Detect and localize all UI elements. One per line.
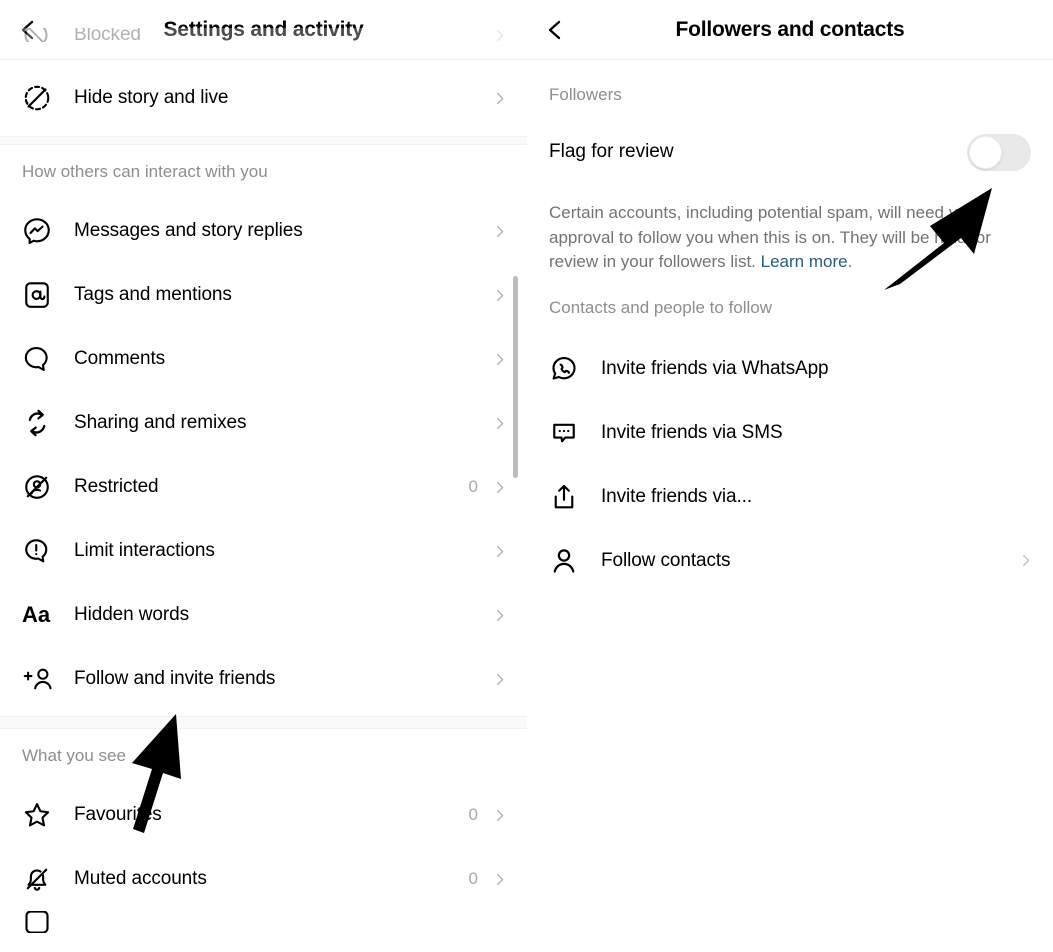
chevron-right-icon — [491, 91, 507, 106]
list-item-label: Tags and mentions — [74, 284, 232, 305]
comment-bubble-icon — [22, 344, 60, 374]
chevron-right-icon — [1017, 553, 1033, 568]
section-divider — [0, 716, 527, 729]
followers-and-contacts-panel: Followers and contacts Followers Flag fo… — [527, 0, 1053, 952]
star-icon — [22, 800, 60, 830]
section-header-contacts-and-people-to-follow: Contacts and people to follow — [549, 297, 773, 317]
learn-more-link[interactable]: Learn more — [761, 252, 848, 271]
list-item-label: Hidden words — [74, 604, 189, 625]
at-mention-icon — [22, 280, 60, 310]
list-item-follow-contacts[interactable]: Follow contacts — [527, 528, 1053, 593]
flag-for-review-row[interactable]: Flag for review — [527, 130, 1053, 174]
add-person-icon — [22, 665, 60, 693]
list-item-invite-friends-via-other[interactable]: Invite friends via... — [527, 464, 1053, 529]
list-item-count: 0 — [468, 869, 478, 888]
right-panel-title: Followers and contacts — [675, 17, 905, 41]
list-item-label: Restricted — [74, 476, 159, 497]
restricted-icon — [22, 472, 60, 502]
list-item-label: Favourites — [74, 804, 162, 825]
chevron-right-icon — [491, 672, 507, 687]
list-item-partial-bottom[interactable] — [0, 911, 527, 933]
description-suffix: . — [847, 252, 853, 272]
blocked-icon — [22, 28, 60, 42]
messenger-icon — [22, 216, 60, 246]
list-item-label: Sharing and remixes — [74, 412, 247, 433]
partial-icon — [22, 911, 60, 933]
list-item-label: Messages and story replies — [74, 220, 303, 241]
section-divider — [0, 136, 527, 145]
list-item-blocked-clipped[interactable]: Blocked — [0, 28, 527, 42]
section-header-how-others-can-interact: How others can interact with you — [22, 162, 268, 181]
followers-contacts-list: Followers Flag for review Certain accoun… — [527, 60, 1053, 952]
app-screen: Settings and activity Blocked Hide story… — [0, 0, 1053, 952]
list-item-label: Invite friends via WhatsApp — [601, 357, 829, 379]
list-item-invite-friends-via-whatsapp[interactable]: Invite friends via WhatsApp — [527, 336, 1053, 401]
list-item-comments[interactable]: Comments — [0, 327, 527, 391]
limit-interactions-icon — [22, 536, 60, 566]
list-item-label: Invite friends via... — [601, 485, 753, 507]
flag-for-review-toggle[interactable] — [967, 133, 1031, 171]
list-item-hide-story-and-live[interactable]: Hide story and live — [0, 60, 527, 136]
list-item-tags-and-mentions[interactable]: Tags and mentions — [0, 263, 527, 327]
hide-story-icon — [22, 83, 60, 113]
list-item-label: Muted accounts — [74, 868, 207, 889]
list-item-follow-and-invite-friends[interactable]: Follow and invite friends — [0, 647, 527, 711]
list-item-invite-friends-via-sms[interactable]: Invite friends via SMS — [527, 400, 1053, 465]
section-header-followers: Followers — [549, 85, 622, 104]
chevron-right-icon — [491, 28, 507, 42]
list-item-label: Blocked — [74, 28, 141, 42]
settings-and-activity-panel: Settings and activity Blocked Hide story… — [0, 0, 527, 952]
section-header-what-you-see: What you see — [22, 746, 126, 765]
chevron-right-icon — [491, 544, 507, 559]
chevron-right-icon — [491, 288, 507, 303]
sms-bubble-icon — [549, 418, 587, 448]
list-item-muted-accounts[interactable]: Muted accounts 0 — [0, 847, 527, 911]
left-panel-scrollbar-thumb[interactable] — [513, 276, 518, 478]
list-item-messages-and-story-replies[interactable]: Messages and story replies — [0, 199, 527, 263]
list-item-restricted[interactable]: Restricted 0 — [0, 455, 527, 519]
whatsapp-icon — [549, 354, 587, 384]
list-item-label: Invite friends via SMS — [601, 421, 783, 443]
chevron-right-icon — [491, 352, 507, 367]
settings-list: Blocked Hide story and live How others c… — [0, 28, 527, 933]
list-item-sharing-and-remixes[interactable]: Sharing and remixes — [0, 391, 527, 455]
list-item-count: 0 — [468, 477, 478, 496]
chevron-right-icon — [491, 416, 507, 431]
list-item-label: Follow contacts — [601, 549, 731, 571]
list-item-hidden-words[interactable]: Aa Hidden words — [0, 583, 527, 647]
list-item-label: Follow and invite friends — [74, 668, 276, 689]
chevron-right-icon — [491, 480, 507, 495]
left-panel-scrollbar-track[interactable] — [513, 28, 518, 920]
hidden-words-icon: Aa — [22, 602, 60, 628]
chevron-right-icon — [491, 224, 507, 239]
list-item-limit-interactions[interactable]: Limit interactions — [0, 519, 527, 583]
list-item-count: 0 — [468, 805, 478, 824]
toggle-knob — [969, 135, 1002, 169]
list-item-label: Comments — [74, 348, 166, 369]
share-upload-icon — [549, 482, 587, 512]
chevron-left-icon — [543, 18, 567, 42]
flag-for-review-label: Flag for review — [549, 141, 674, 162]
chevron-right-icon — [491, 808, 507, 823]
person-icon — [549, 546, 587, 576]
right-panel-header: Followers and contacts — [527, 0, 1053, 60]
back-button-right[interactable] — [533, 8, 577, 52]
list-item-favourites[interactable]: Favourites 0 — [0, 783, 527, 847]
list-item-label: Hide story and live — [74, 87, 229, 108]
remix-icon — [22, 408, 60, 438]
flag-for-review-description: Certain accounts, including potential sp… — [527, 174, 1053, 275]
svg-text:Aa: Aa — [22, 602, 51, 627]
list-item-label: Limit interactions — [74, 540, 215, 561]
muted-bell-icon — [22, 864, 60, 894]
chevron-right-icon — [491, 872, 507, 887]
chevron-right-icon — [491, 608, 507, 623]
